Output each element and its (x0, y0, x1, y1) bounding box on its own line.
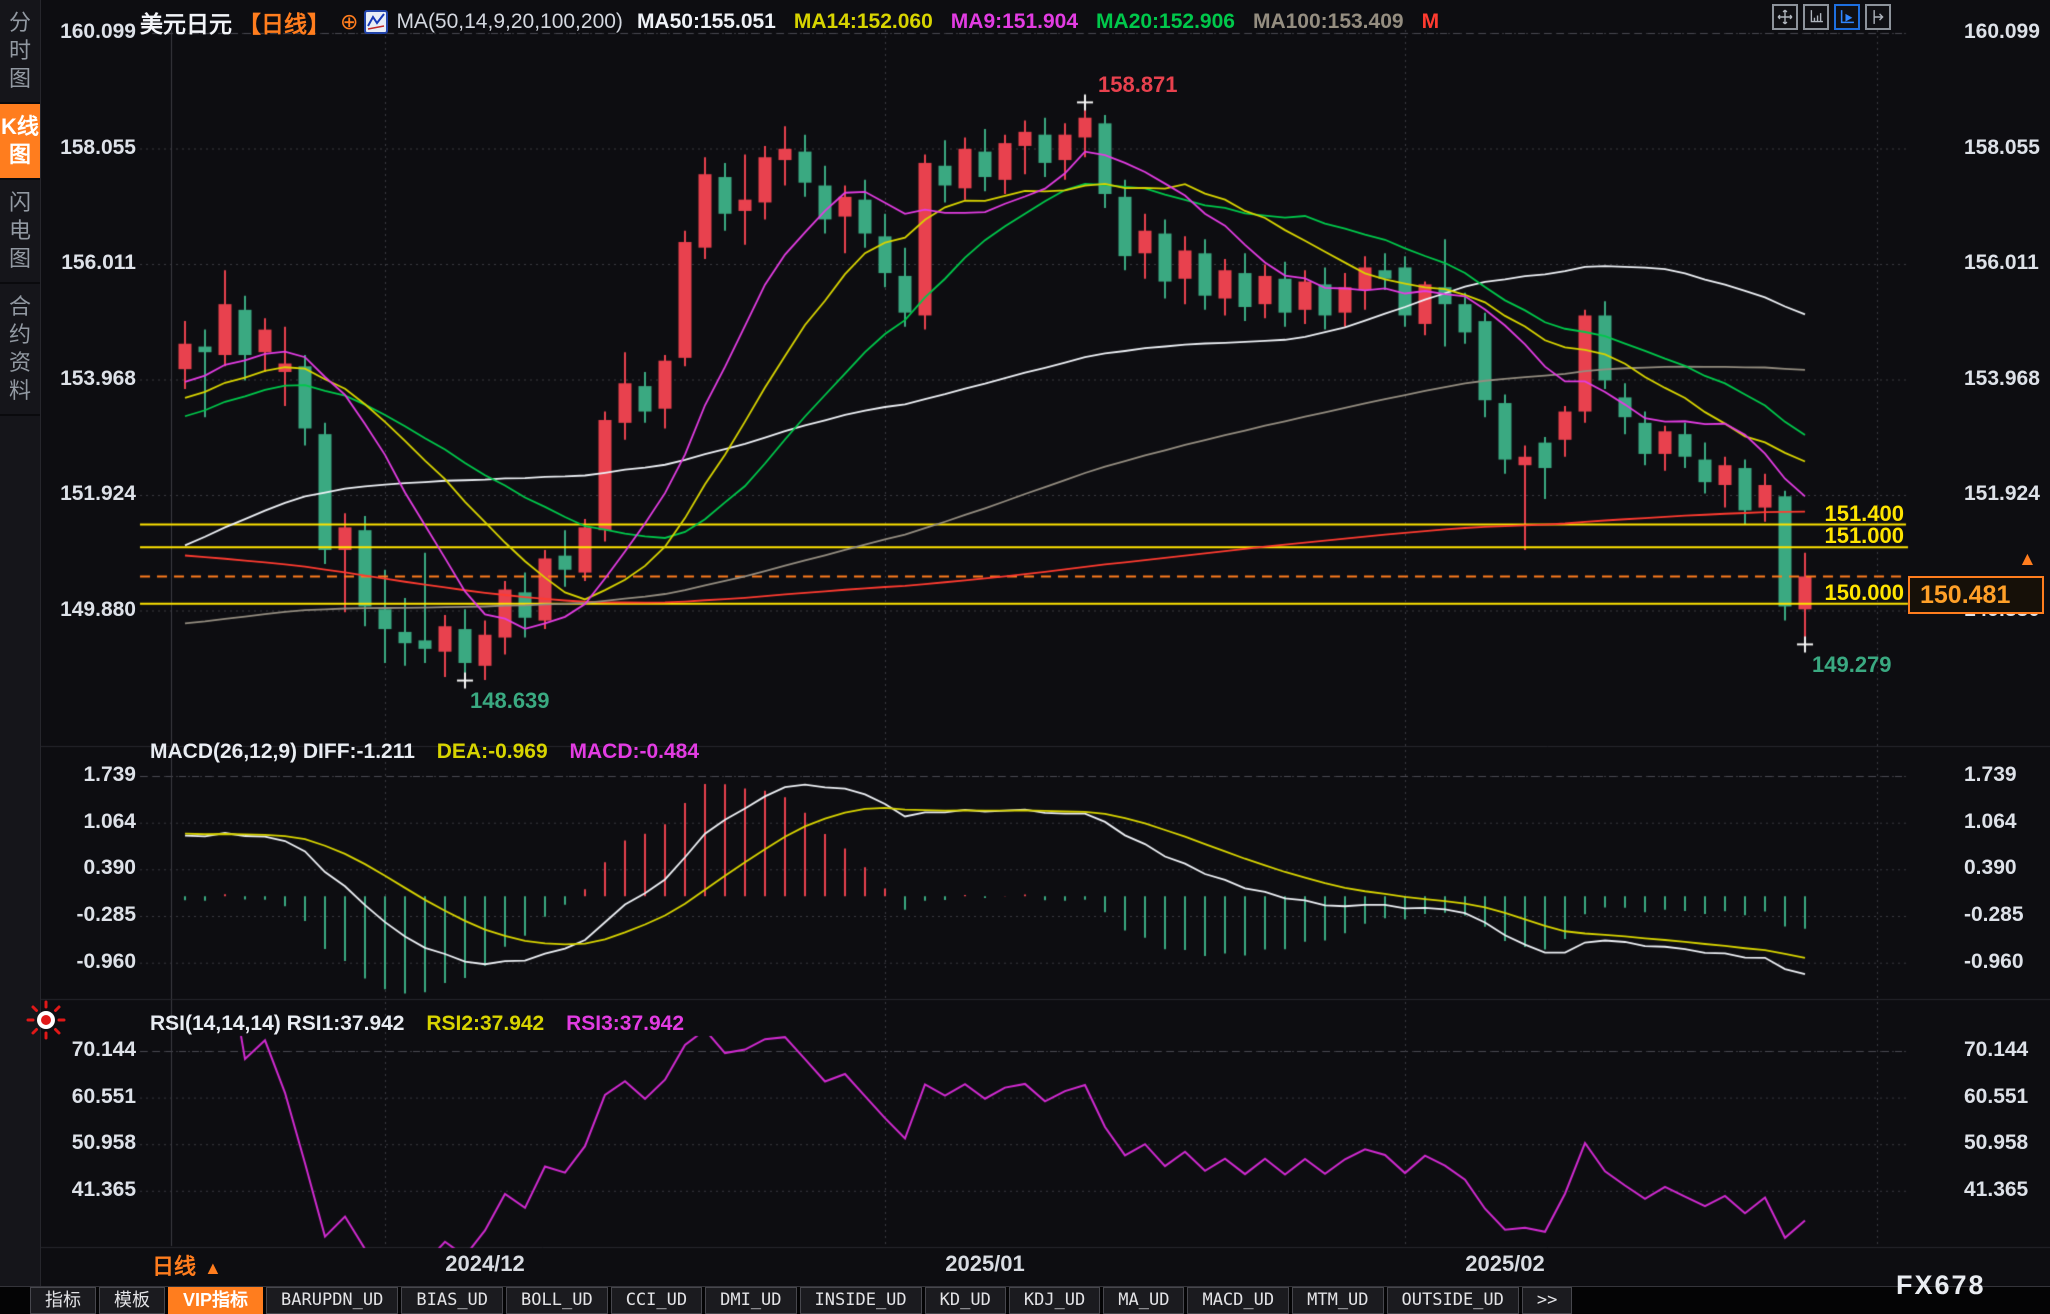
symbol-title: 美元日元 (140, 11, 232, 37)
axis-play-icon[interactable] (1834, 4, 1860, 30)
tab-ma_ud[interactable]: MA_UD (1103, 1287, 1184, 1314)
tab-barupdn_ud[interactable]: BARUPDN_UD (266, 1287, 398, 1314)
low-price-annotation: 148.639 (470, 688, 550, 714)
axis-tick: 60.551 (48, 1085, 136, 1109)
axis-tick: 158.055 (48, 136, 136, 160)
period-up-icon (204, 1258, 222, 1278)
axis-tick: -0.960 (48, 950, 136, 974)
ma-legend-item-2: MA9:151.904 (951, 10, 1078, 33)
date-label-1: 2025/01 (915, 1251, 1055, 1277)
axis-tick: 151.924 (1964, 482, 2050, 506)
axis-tick: 1.064 (48, 810, 136, 834)
ma-legend: MA50:155.051 MA14:152.060 MA9:151.904 MA20:… (637, 13, 1457, 30)
chart-type-icon[interactable] (364, 10, 388, 34)
ma-legend-item-4: MA100:153.409 (1253, 10, 1404, 33)
tab-kdj_ud[interactable]: KDJ_UD (1009, 1287, 1100, 1314)
axis-tick: 149.880 (48, 598, 136, 622)
axis-tick: 41.365 (1964, 1178, 2050, 1202)
sidebar-item-3[interactable]: 合约资料 (0, 284, 40, 416)
axis-tick: 60.551 (1964, 1085, 2050, 1109)
tab-boll_ud[interactable]: BOLL_UD (506, 1287, 608, 1314)
axis-drag-icon[interactable] (1865, 4, 1891, 30)
chart-toolbar (1772, 4, 1891, 30)
axis-tick: -0.285 (48, 903, 136, 927)
tab-inside_ud[interactable]: INSIDE_UD (800, 1287, 922, 1314)
rsi3-label: RSI3:37.942 (566, 1012, 684, 1035)
tab-[interactable]: >> (1522, 1287, 1572, 1314)
last-price-tag: 150.481 (1908, 576, 2044, 614)
axis-tick: 158.055 (1964, 136, 2050, 160)
rsi2-label: RSI2:37.942 (426, 1012, 544, 1035)
price-level-label-2: 150.000 (1768, 580, 1904, 606)
axis-tick: 160.099 (1964, 20, 2050, 44)
tab-kd_ud[interactable]: KD_UD (925, 1287, 1006, 1314)
axis-tick: 1.739 (1964, 763, 2050, 787)
indicator-tabbar: 指标模板VIP指标BARUPDN_UDBIAS_UDBOLL_UDCCI_UDD… (0, 1286, 2050, 1314)
period-selector[interactable]: 日线 (152, 1249, 222, 1281)
macd-panel-title: MACD(26,12,9) DIFF:-1.211 DEA:-0.969 MAC… (150, 740, 699, 764)
axis-scale-icon[interactable] (1803, 4, 1829, 30)
axis-tick: 1.064 (1964, 810, 2050, 834)
sidebar: 分时图K线图闪电图合约资料 (0, 0, 41, 1314)
ma-settings-label: MA(50,14,9,20,100,200) (396, 10, 623, 33)
axis-tick: 160.099 (48, 20, 136, 44)
tab-[interactable]: 模板 (99, 1287, 165, 1314)
sidebar-item-2[interactable]: 闪电图 (0, 180, 40, 284)
macd-diff-label: MACD(26,12,9) DIFF:-1.211 (150, 740, 415, 763)
axis-tick: -0.960 (1964, 950, 2050, 974)
axis-tick: 0.390 (1964, 856, 2050, 880)
tab-dmi_ud[interactable]: DMI_UD (705, 1287, 796, 1314)
period-tag: 【日线】 (238, 11, 330, 37)
tab-vip[interactable]: VIP指标 (168, 1287, 263, 1314)
trading-app: 分时图K线图闪电图合约资料 美元日元【日线】 MA(50,14,9,20,100,… (0, 0, 2050, 1314)
axis-tick: 0.390 (48, 856, 136, 880)
tab-bias_ud[interactable]: BIAS_UD (401, 1287, 503, 1314)
recent-low-annotation: 149.279 (1812, 652, 1892, 678)
add-overlay-icon[interactable] (340, 9, 358, 34)
price-chart-canvas[interactable] (0, 0, 2050, 1314)
axis-tick: 156.011 (1964, 251, 2050, 275)
price-level-label-1: 151.000 (1768, 523, 1904, 549)
axis-tick: 70.144 (1964, 1038, 2050, 1062)
ma-legend-item-3: MA20:152.906 (1096, 10, 1235, 33)
pan-icon[interactable] (1772, 4, 1798, 30)
date-label-0: 2024/12 (415, 1251, 555, 1277)
date-label-2: 2025/02 (1435, 1251, 1575, 1277)
high-price-annotation: 158.871 (1098, 72, 1178, 98)
ma-legend-item-1: MA14:152.060 (794, 10, 933, 33)
sidebar-item-1[interactable]: K线图 (0, 104, 40, 180)
tab-outside_ud[interactable]: OUTSIDE_UD (1387, 1287, 1519, 1314)
macd-dea-label: DEA:-0.969 (437, 740, 548, 763)
tab-cci_ud[interactable]: CCI_UD (611, 1287, 702, 1314)
axis-tick: 153.968 (1964, 367, 2050, 391)
axis-tick: 156.011 (48, 251, 136, 275)
chart-header: 美元日元【日线】 MA(50,14,9,20,100,200) MA50:155.0… (140, 5, 1457, 35)
axis-tick: 153.968 (48, 367, 136, 391)
tab-mtm_ud[interactable]: MTM_UD (1292, 1287, 1383, 1314)
axis-tick: 41.365 (48, 1178, 136, 1202)
price-up-arrow-icon (2018, 549, 2037, 571)
tab-[interactable]: 指标 (30, 1287, 96, 1314)
axis-tick: 50.958 (48, 1131, 136, 1155)
axis-tick: 1.739 (48, 763, 136, 787)
axis-tick: 151.924 (48, 482, 136, 506)
tab-macd_ud[interactable]: MACD_UD (1187, 1287, 1289, 1314)
sidebar-item-0[interactable]: 分时图 (0, 0, 40, 104)
macd-value-label: MACD:-0.484 (570, 740, 700, 763)
hot-indicator-icon (26, 1000, 66, 1045)
axis-tick: 50.958 (1964, 1131, 2050, 1155)
rsi1-label: RSI(14,14,14) RSI1:37.942 (150, 1012, 404, 1035)
axis-tick: -0.285 (1964, 903, 2050, 927)
ma-legend-item-5: M (1422, 10, 1440, 33)
rsi-panel-title: RSI(14,14,14) RSI1:37.942 RSI2:37.942 RS… (150, 1012, 684, 1036)
ma-legend-item-0: MA50:155.051 (637, 10, 776, 33)
period-label: 日线 (152, 1254, 196, 1279)
